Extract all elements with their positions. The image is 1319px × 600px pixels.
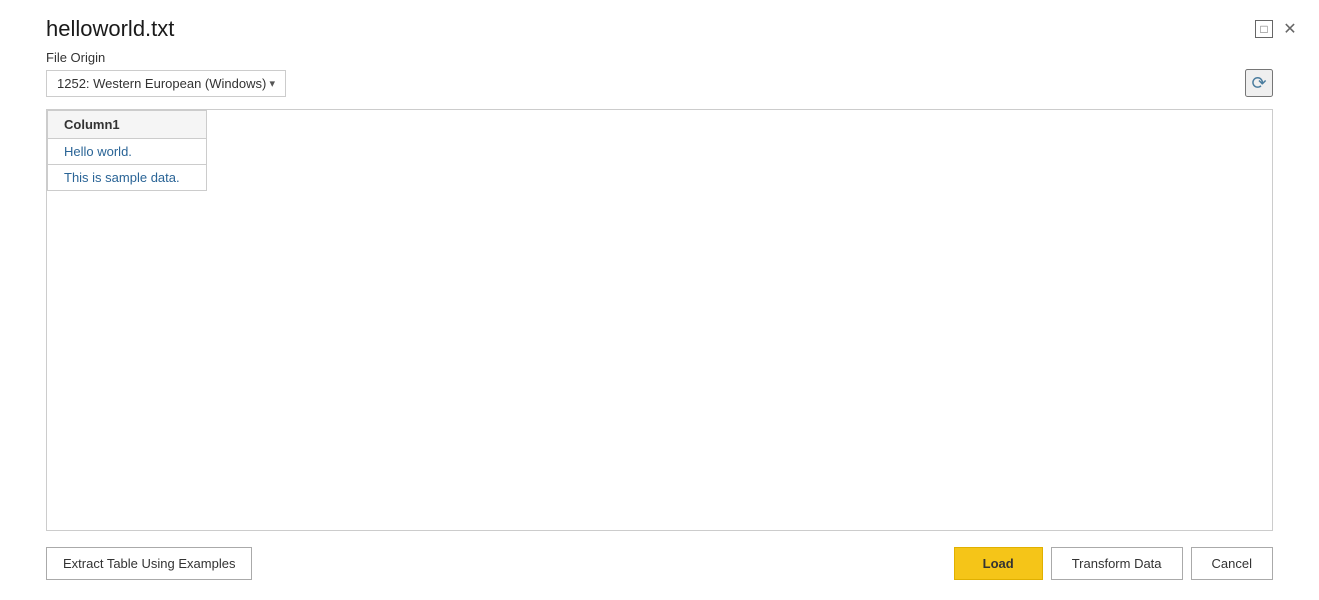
title-bar: helloworld.txt □ ✕ [0, 0, 1319, 50]
table-row: Hello world. [48, 139, 207, 165]
main-window: helloworld.txt □ ✕ File Origin 1252: Wes… [0, 0, 1319, 600]
data-table-container: Column1 Hello world.This is sample data. [46, 109, 1273, 531]
file-origin-dropdown[interactable]: 1252: Western European (Windows) ▾ [46, 70, 286, 97]
refresh-icon: ⟳ [1251, 73, 1266, 94]
extract-table-button[interactable]: Extract Table Using Examples [46, 547, 252, 580]
maximize-button[interactable]: □ [1255, 20, 1273, 38]
refresh-button[interactable]: ⟳ [1245, 69, 1273, 97]
file-origin-label: File Origin [46, 50, 1273, 65]
window-controls: □ ✕ [1255, 20, 1299, 38]
table-cell: Hello world. [48, 139, 207, 165]
transform-data-button[interactable]: Transform Data [1051, 547, 1183, 580]
content-area: File Origin 1252: Western European (Wind… [0, 50, 1319, 531]
window-title: helloworld.txt [46, 16, 174, 42]
chevron-down-icon: ▾ [269, 77, 275, 90]
footer: Extract Table Using Examples Load Transf… [0, 531, 1319, 600]
file-origin-row: 1252: Western European (Windows) ▾ ⟳ [46, 69, 1273, 97]
table-row: This is sample data. [48, 165, 207, 191]
close-button[interactable]: ✕ [1281, 20, 1299, 38]
cancel-button[interactable]: Cancel [1191, 547, 1273, 580]
load-button[interactable]: Load [954, 547, 1043, 580]
footer-right-buttons: Load Transform Data Cancel [954, 547, 1273, 580]
data-table: Column1 Hello world.This is sample data. [47, 110, 207, 191]
table-header-row: Column1 [48, 111, 207, 139]
close-icon: ✕ [1283, 19, 1296, 39]
maximize-icon: □ [1260, 22, 1267, 36]
file-origin-section: File Origin 1252: Western European (Wind… [46, 50, 1273, 97]
file-origin-value: 1252: Western European (Windows) [57, 76, 266, 91]
table-cell: This is sample data. [48, 165, 207, 191]
column-header-1: Column1 [48, 111, 207, 139]
